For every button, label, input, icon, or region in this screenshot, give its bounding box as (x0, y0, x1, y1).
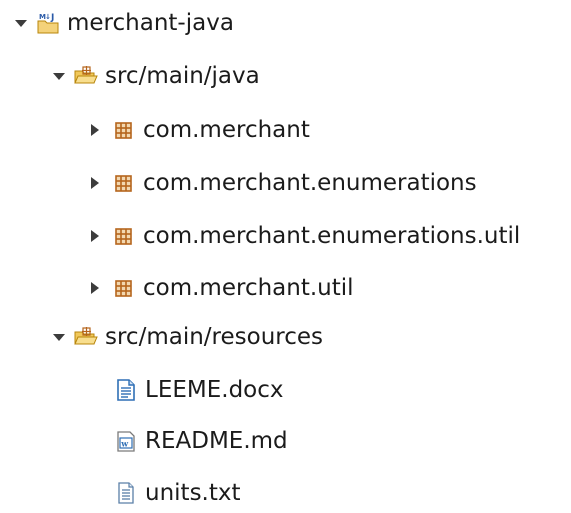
tree-item-file[interactable]: units.txt (88, 473, 241, 513)
tree-item-package[interactable]: com.merchant.enumerations (88, 163, 477, 203)
document-file-icon (114, 378, 138, 402)
chevron-right-icon[interactable] (88, 281, 102, 295)
tree-item-label: LEEME.docx (145, 377, 284, 403)
tree-item-source-folder[interactable]: src/main/resources (52, 317, 323, 357)
chevron-right-icon[interactable] (88, 176, 102, 190)
tree-item-label: merchant-java (67, 10, 234, 36)
tree-item-label: README.md (145, 428, 288, 454)
tree-item-label: com.merchant.enumerations (143, 170, 477, 196)
tree-item-label: com.merchant.util (143, 275, 354, 301)
tree-item-package[interactable]: com.merchant.util (88, 268, 354, 308)
svg-text:↓: ↓ (45, 13, 51, 21)
source-folder-icon (74, 325, 98, 349)
svg-text:w: w (120, 439, 129, 449)
tree-item-label: units.txt (145, 480, 241, 506)
tree-item-package[interactable]: com.merchant.enumerations.util (88, 216, 520, 256)
tree-item-file[interactable]: w README.md (88, 421, 288, 461)
package-icon (112, 276, 136, 300)
package-icon (112, 224, 136, 248)
wiki-file-icon: w (114, 429, 138, 453)
tree-item-source-folder[interactable]: src/main/java (52, 56, 260, 96)
tree-item-file[interactable]: LEEME.docx (88, 370, 284, 410)
tree-item-label: src/main/resources (105, 324, 324, 350)
source-folder-icon (74, 64, 98, 88)
tree-item-label: com.merchant (143, 117, 310, 143)
project-explorer-tree: M ↓ J merchant-java src/main/java com.me… (0, 0, 571, 510)
chevron-down-icon[interactable] (14, 16, 28, 30)
tree-item-label: com.merchant.enumerations.util (143, 223, 521, 249)
chevron-down-icon[interactable] (52, 69, 66, 83)
tree-item-project[interactable]: M ↓ J merchant-java (14, 3, 234, 43)
chevron-right-icon[interactable] (88, 123, 102, 137)
package-icon (112, 118, 136, 142)
package-icon (112, 171, 136, 195)
tree-item-package[interactable]: com.merchant (88, 110, 310, 150)
java-project-icon: M ↓ J (36, 11, 60, 35)
tree-item-label: src/main/java (105, 63, 260, 89)
svg-text:J: J (50, 13, 54, 23)
text-file-icon (114, 481, 138, 505)
chevron-right-icon[interactable] (88, 229, 102, 243)
chevron-down-icon[interactable] (52, 330, 66, 344)
